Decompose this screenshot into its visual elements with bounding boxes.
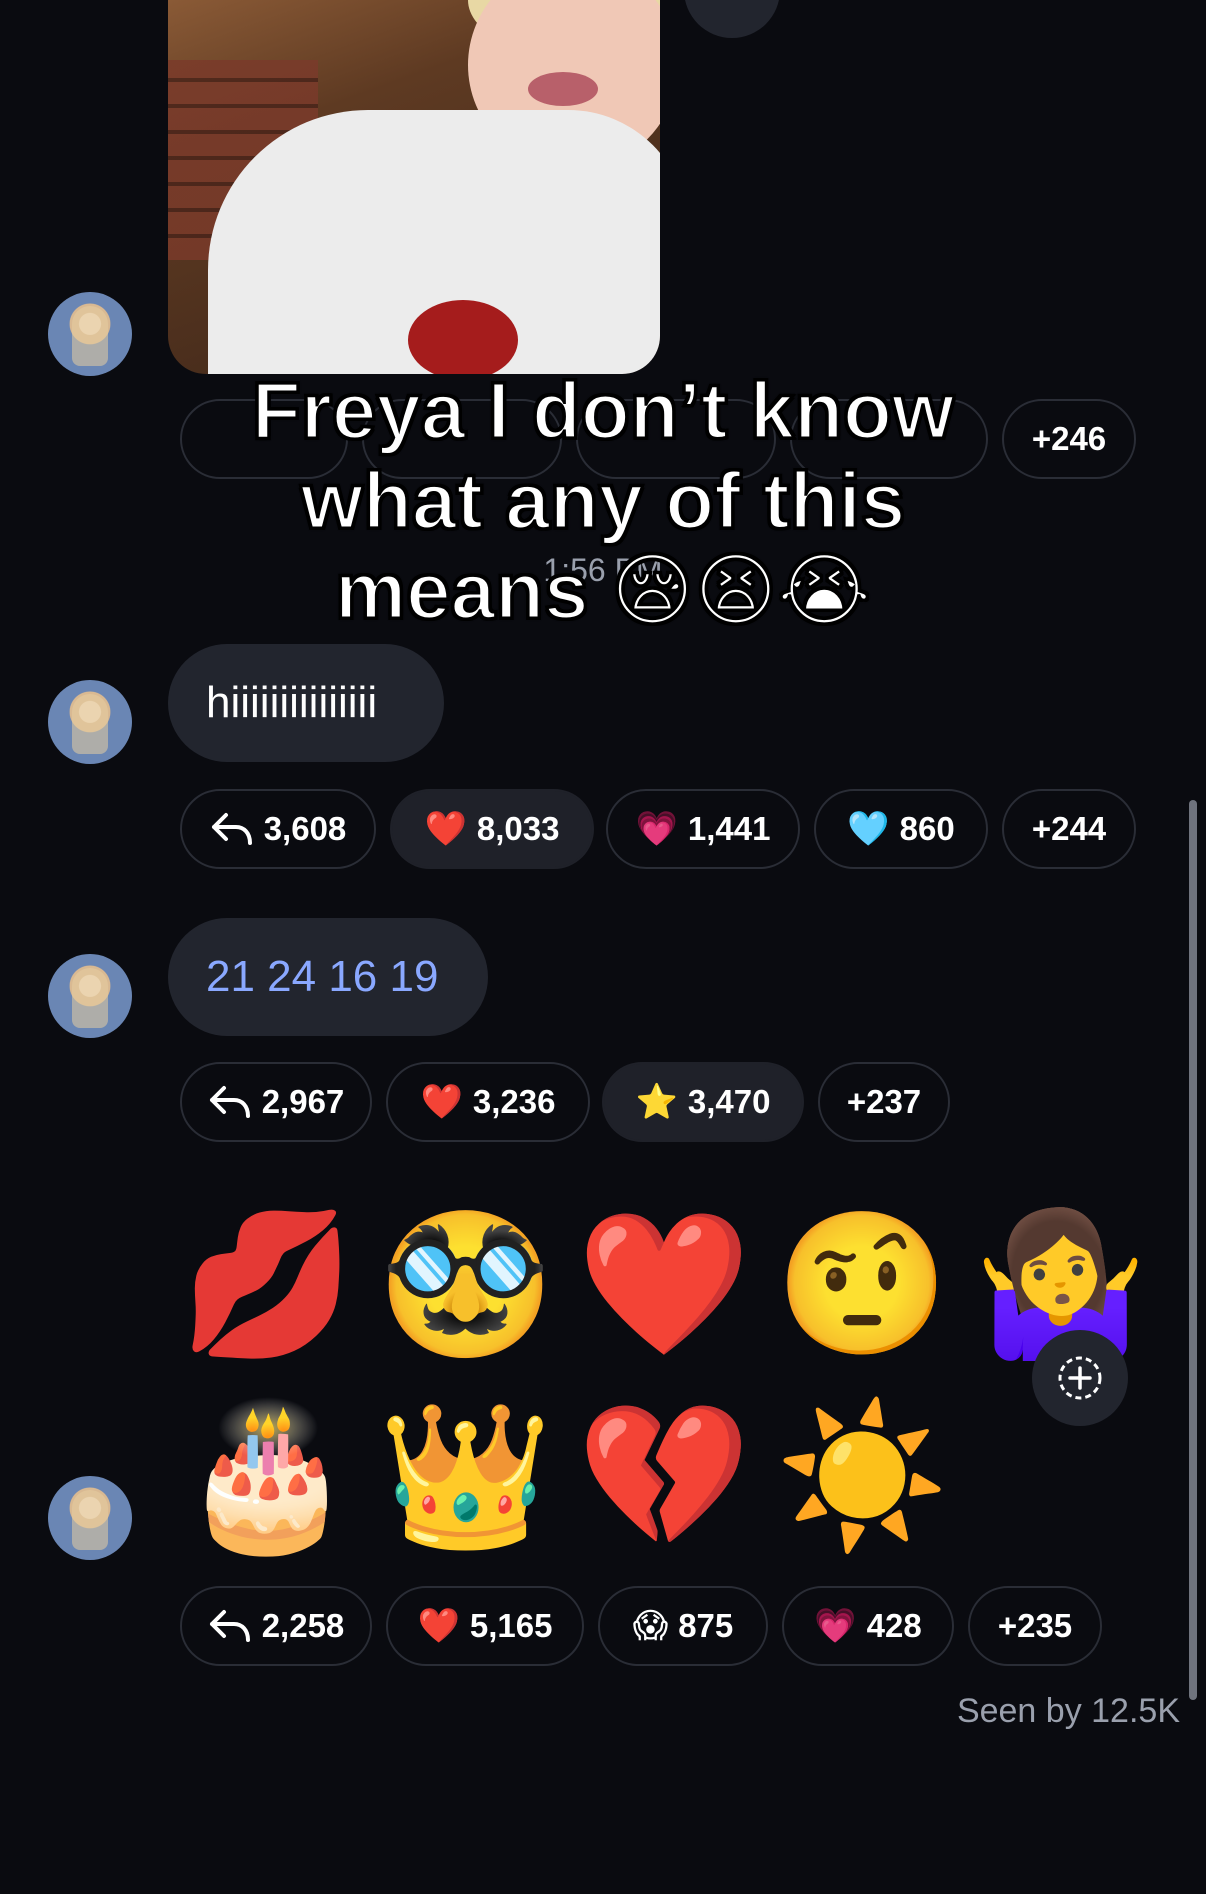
reaction-blue-heart[interactable]: 🩵 860 [814,789,988,869]
reaction-count: 875 [678,1607,734,1644]
reaction-more[interactable]: +244 [1002,789,1136,869]
crown-icon: 👑 [378,1397,553,1554]
reaction-count: 428 [866,1607,922,1644]
reaction-count: 5,165 [469,1607,553,1644]
reaction-count: 2,258 [261,1607,345,1644]
reaction-pink-heart[interactable]: 💗 428 [782,1586,954,1666]
red-heart-icon: ❤️ [420,1083,463,1121]
reaction-count: 3,470 [687,1083,771,1120]
reaction-more[interactable]: +237 [818,1062,950,1142]
emoji-message-row-2[interactable]: 🎂 👑 💔 ☀️ [180,1396,949,1556]
reaction-scream[interactable]: 😱 875 [598,1586,768,1666]
reaction-count: 2,967 [261,1083,345,1120]
sun-icon: ☀️ [774,1397,950,1554]
star-icon: ⭐ [635,1083,678,1121]
reaction-heart[interactable]: ❤️ 8,033 [390,789,594,869]
pink-heart-icon: 💗 [814,1607,857,1645]
reply-count-button[interactable]: 2,967 [180,1062,372,1142]
emoji-message-row-1[interactable]: 💋 🥸 ❤️ 🤨 🤷‍♀️ [180,1204,1148,1364]
reaction-count: 3,608 [263,810,347,847]
reaction-star[interactable]: ⭐ 3,470 [602,1062,804,1142]
reaction-count: 860 [899,810,955,847]
reaction-heart[interactable]: ❤️ 3,236 [386,1062,590,1142]
avatar[interactable] [48,292,132,376]
light-blue-heart-icon: 🩵 [847,810,890,848]
avatar[interactable] [48,954,132,1038]
seen-by-count: Seen by 12.5K [956,1692,1180,1730]
disguised-face-icon: 🥸 [378,1205,553,1362]
avatar[interactable] [48,680,132,764]
overlay-caption: Freya I don’t know what any of this mean… [250,365,955,637]
reaction-count: 1,441 [687,810,771,847]
raised-eyebrow-face-icon: 🤨 [774,1205,950,1362]
lips [528,72,598,106]
reaction-count: 8,033 [476,810,560,847]
pink-heart-icon: 💗 [635,810,678,848]
message-bubble[interactable]: 21 24 16 19 [168,918,488,1036]
reaction-count: 3,236 [472,1083,556,1120]
reaction-count: +244 [1031,810,1107,847]
reaction-count: +235 [997,1607,1073,1644]
reaction-pink-heart[interactable]: 💗 1,441 [606,789,800,869]
broken-heart-icon: 💔 [576,1397,751,1554]
reaction-count: +246 [1031,420,1107,457]
reply-count-button[interactable]: 2,258 [180,1586,372,1666]
red-heart-icon: ❤️ [424,810,467,848]
add-reaction-button[interactable] [1032,1330,1128,1426]
reaction-count: +237 [846,1083,922,1120]
message-bubble[interactable]: hiiiiiiiiiiiiiii [168,644,444,762]
kiss-mark-icon: 💋 [180,1205,355,1362]
top-action-button[interactable] [684,0,780,38]
reply-icon [209,1610,250,1642]
reply-count-button[interactable]: 3,608 [180,789,376,869]
video-message-thumbnail[interactable] [168,0,660,374]
reaction-more[interactable]: +235 [968,1586,1102,1666]
red-heart-icon: ❤️ [576,1205,751,1362]
reaction-heart[interactable]: ❤️ 5,165 [386,1586,584,1666]
message-text: 21 24 16 19 [206,952,439,1001]
avatar[interactable] [48,1476,132,1560]
birthday-cake-icon: 🎂 [180,1397,355,1554]
reply-icon [209,1086,250,1118]
message-text: hiiiiiiiiiiiiiii [206,678,378,727]
screaming-face-icon: 😱 [632,1607,669,1645]
red-heart-icon: ❤️ [417,1607,460,1645]
scrollbar[interactable] [1189,800,1197,1700]
add-circle-icon [1058,1356,1102,1400]
shirt-print [408,300,518,374]
reply-icon [211,813,252,845]
